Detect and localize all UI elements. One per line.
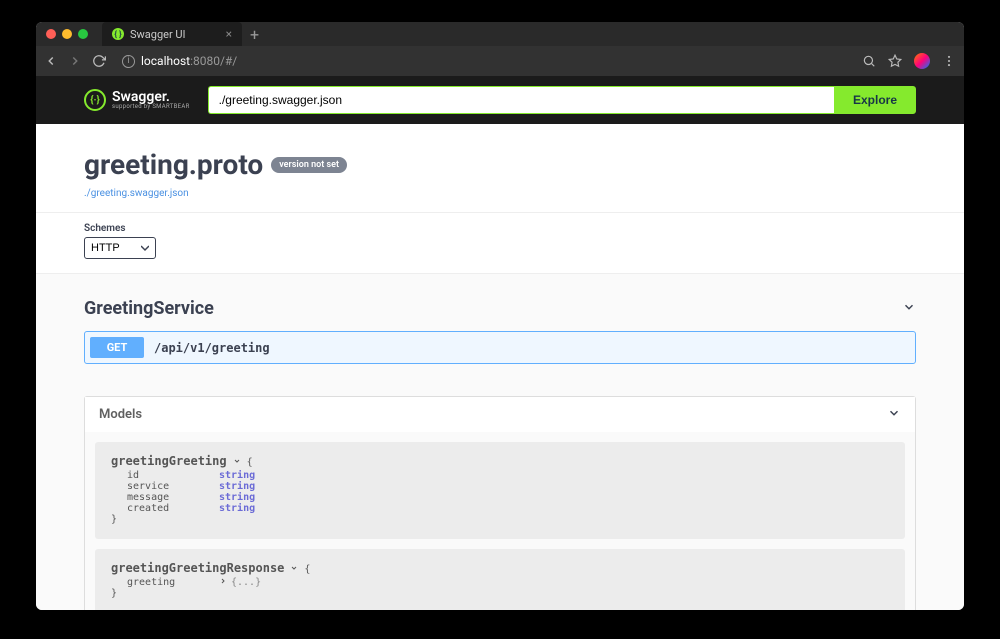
models-header[interactable]: Models xyxy=(85,397,915,432)
property-row: idstring xyxy=(127,470,889,481)
chevron-down-icon xyxy=(902,299,916,318)
models-title: Models xyxy=(99,407,142,422)
property-type: string xyxy=(219,481,255,492)
schemes-section: Schemes HTTP xyxy=(36,212,964,274)
spec-url-input[interactable] xyxy=(208,86,834,114)
explore-form: Explore xyxy=(208,86,916,114)
schemes-select[interactable]: HTTP xyxy=(84,237,156,259)
reload-button[interactable] xyxy=(92,54,106,68)
url-path: :8080/#/ xyxy=(190,54,237,68)
swagger-logo: {·} Swagger. supported by SMARTBEAR xyxy=(84,89,190,111)
tab-close-button[interactable]: × xyxy=(226,27,232,41)
titlebar: { } Swagger UI × + xyxy=(36,22,964,46)
chevron-right-icon xyxy=(219,577,227,588)
page-content: greeting.proto version not set ./greetin… xyxy=(36,124,964,610)
method-badge: GET xyxy=(90,337,144,358)
model-name: greetingGreetingResponse xyxy=(111,561,284,575)
models-section: Models greetingGreeting { idstring servi… xyxy=(84,396,916,610)
model-name: greetingGreeting xyxy=(111,454,227,468)
tab-favicon-icon: { } xyxy=(112,28,124,40)
swagger-logo-icon: {·} xyxy=(84,89,106,111)
property-type: string xyxy=(219,492,255,503)
nested-placeholder: {...} xyxy=(231,577,261,588)
addressbar: i localhost:8080/#/ xyxy=(36,46,964,76)
profile-avatar[interactable] xyxy=(914,53,930,69)
brace-open: { xyxy=(247,457,253,468)
swagger-logo-text: Swagger. xyxy=(112,90,190,104)
property-row: greeting {...} xyxy=(127,577,889,588)
new-tab-button[interactable]: + xyxy=(250,25,259,44)
brace-close: } xyxy=(111,514,117,525)
model-body: idstring servicestring messagestring cre… xyxy=(127,470,889,514)
back-button[interactable] xyxy=(44,54,58,68)
browser-window: { } Swagger UI × + i localhost:8080/#/ xyxy=(36,22,964,610)
schemes-label: Schemes xyxy=(84,223,916,234)
operation-path: /api/v1/greeting xyxy=(154,341,270,355)
property-name: greeting xyxy=(127,577,219,588)
chevron-down-icon xyxy=(887,405,901,424)
browser-tab[interactable]: { } Swagger UI × xyxy=(102,22,242,46)
window-close-button[interactable] xyxy=(46,29,56,39)
chevron-down-icon xyxy=(290,561,298,575)
star-icon[interactable] xyxy=(888,54,902,68)
forward-button[interactable] xyxy=(68,54,82,68)
url-host: localhost xyxy=(141,54,190,68)
model-box: greetingGreetingResponse { greeting {...… xyxy=(95,549,905,610)
api-title: greeting.proto xyxy=(84,148,263,181)
brace-open: { xyxy=(304,564,310,575)
model-body: greeting {...} xyxy=(127,577,889,588)
swagger-logo-subtext: supported by SMARTBEAR xyxy=(112,104,190,110)
chevron-down-icon xyxy=(233,454,241,468)
property-name: message xyxy=(127,492,219,503)
operation-block[interactable]: GET /api/v1/greeting xyxy=(84,331,916,364)
brace-close: } xyxy=(111,588,117,599)
traffic-lights xyxy=(46,29,88,39)
version-badge: version not set xyxy=(271,157,347,173)
info-section: greeting.proto version not set ./greetin… xyxy=(36,124,964,212)
property-name: id xyxy=(127,470,219,481)
tag-name: GreetingService xyxy=(84,298,214,319)
tag-header[interactable]: GreetingService xyxy=(84,292,916,325)
spec-link[interactable]: ./greeting.swagger.json xyxy=(84,188,189,199)
tab-title: Swagger UI xyxy=(130,28,186,41)
property-row: messagestring xyxy=(127,492,889,503)
site-info-icon[interactable]: i xyxy=(122,55,135,68)
model-name-toggle[interactable]: greetingGreeting xyxy=(111,454,241,468)
operation-summary[interactable]: GET /api/v1/greeting xyxy=(85,332,915,363)
explore-button[interactable]: Explore xyxy=(834,86,916,114)
property-type: string xyxy=(219,470,255,481)
search-icon[interactable] xyxy=(862,54,876,68)
property-type: string xyxy=(219,503,255,514)
property-row: createdstring xyxy=(127,503,889,514)
window-maximize-button[interactable] xyxy=(78,29,88,39)
nested-model-toggle[interactable]: {...} xyxy=(219,577,261,588)
url-input[interactable]: i localhost:8080/#/ xyxy=(116,54,852,68)
property-row: servicestring xyxy=(127,481,889,492)
menu-icon[interactable] xyxy=(942,54,956,68)
property-name: created xyxy=(127,503,219,514)
window-minimize-button[interactable] xyxy=(62,29,72,39)
model-name-toggle[interactable]: greetingGreetingResponse xyxy=(111,561,298,575)
tag-section: GreetingService GET /api/v1/greeting xyxy=(36,274,964,372)
swagger-topbar: {·} Swagger. supported by SMARTBEAR Expl… xyxy=(36,76,964,124)
model-box: greetingGreeting { idstring servicestrin… xyxy=(95,442,905,539)
property-name: service xyxy=(127,481,219,492)
